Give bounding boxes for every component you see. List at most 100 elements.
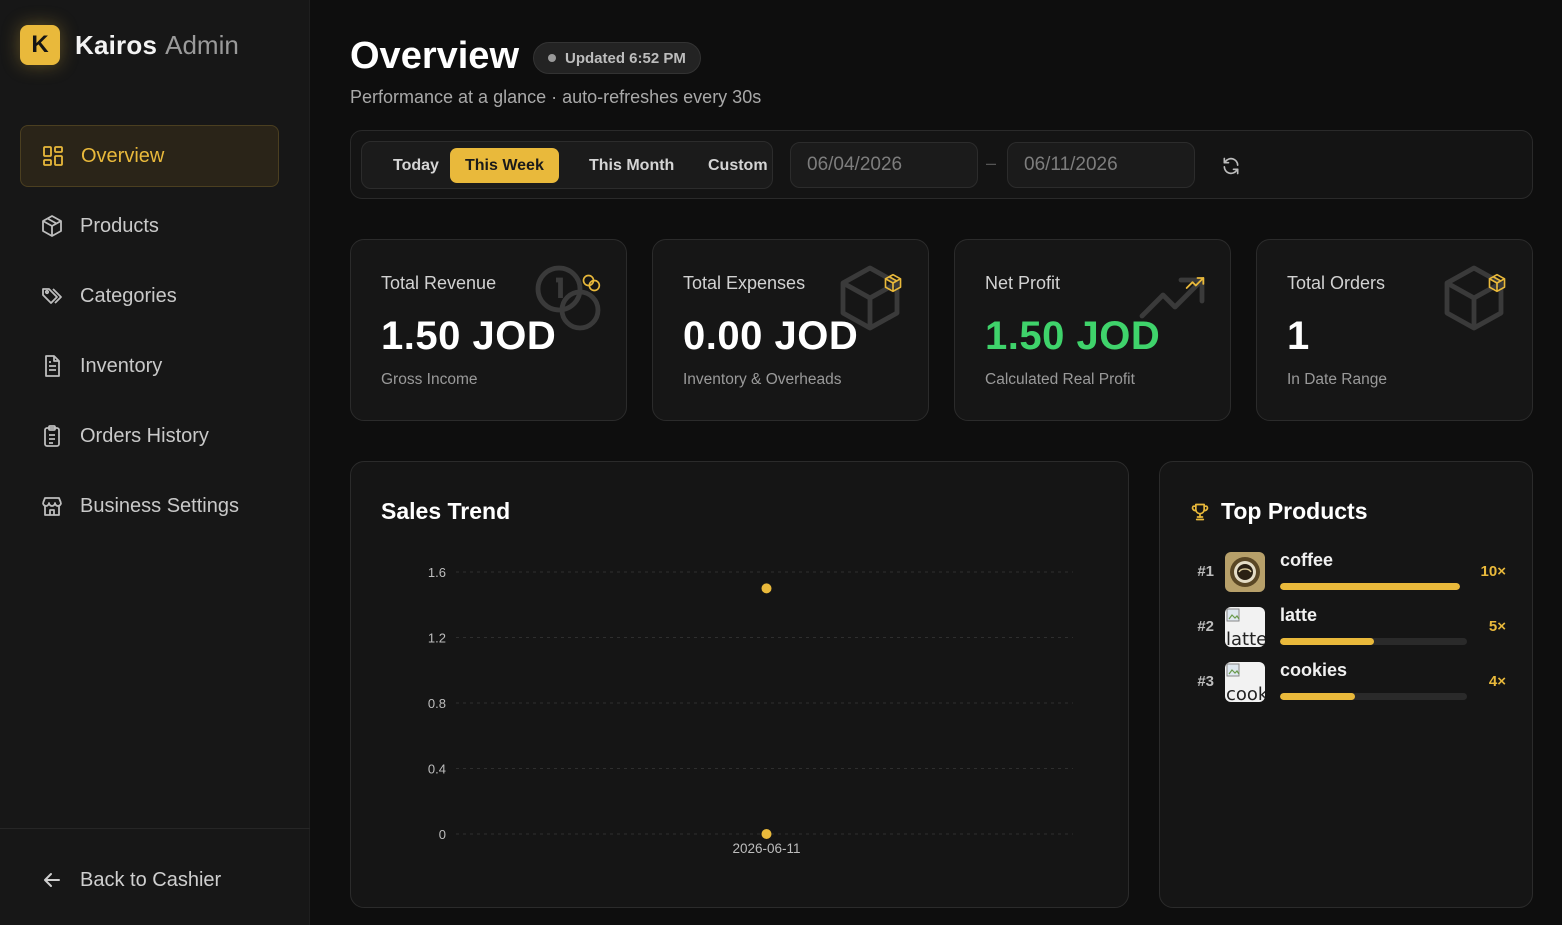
trending-up-icon [1185, 277, 1205, 289]
stat-subtext: In Date Range [1287, 371, 1387, 388]
top-products-title: Top Products [1221, 498, 1368, 524]
sidebar-item-label: Products [80, 214, 159, 237]
sidebar-item-products[interactable]: Products [20, 195, 279, 257]
updated-badge: Updated 6:52 PM [533, 42, 701, 74]
brand-logo: K [20, 25, 60, 65]
stat-card-revenue: Total Revenue 1.50 JOD Gross Income [350, 239, 627, 421]
product-rank: #2 [1197, 618, 1214, 635]
sidebar-item-business-settings[interactable]: Business Settings [20, 475, 279, 537]
product-share-bar [1280, 693, 1467, 700]
product-share-fill [1280, 693, 1355, 700]
y-tick-label: 1.6 [428, 565, 446, 580]
sidebar-item-inventory[interactable]: Inventory [20, 335, 279, 397]
date-to-input[interactable] [1007, 142, 1195, 188]
top-product-row[interactable]: #3 cookies cookies 4× [1188, 660, 1506, 702]
arrow-left-icon [44, 873, 60, 887]
back-to-cashier-label: Back to Cashier [80, 868, 222, 891]
sidebar-item-overview[interactable]: Overview [20, 125, 279, 187]
top-products-header: Top Products [1190, 498, 1368, 525]
product-thumbnail [1225, 552, 1265, 592]
page-title: Overview [350, 35, 519, 77]
y-tick-label: 0 [439, 827, 446, 842]
back-to-cashier-link[interactable]: Back to Cashier [40, 868, 221, 892]
store-icon [42, 497, 62, 516]
stat-label: Net Profit [985, 273, 1061, 293]
top-products-panel: Top Products #1 coffee 10× #2 latte latt… [1159, 461, 1533, 908]
sidebar-nav: Overview Products Categories Inventory O… [20, 125, 279, 545]
range-segmented-control: Today This Week This Month Custom [361, 141, 773, 189]
stat-value: 1 [1287, 314, 1310, 358]
stat-subtext: Inventory & Overheads [683, 371, 842, 388]
x-tick-label: 2026-06-11 [732, 841, 800, 856]
top-product-row[interactable]: #1 coffee 10× [1188, 550, 1506, 592]
y-tick-label: 1.2 [428, 631, 446, 646]
stat-value: 1.50 JOD [381, 314, 557, 358]
range-this-month-button[interactable]: This Month [574, 148, 689, 183]
range-this-week-button[interactable]: This Week [450, 148, 559, 183]
product-thumbnail-broken: latte [1225, 607, 1265, 647]
status-dot [548, 54, 556, 62]
sidebar-divider [0, 828, 310, 829]
package-icon [1488, 273, 1506, 293]
stat-value: 0.00 JOD [683, 314, 859, 358]
sidebar-item-label: Inventory [80, 354, 163, 377]
product-share-fill [1280, 583, 1460, 590]
package-icon [884, 273, 902, 293]
clipboard-list-icon [44, 425, 60, 447]
box-icon [42, 215, 62, 237]
product-share-fill [1280, 638, 1374, 645]
date-from-input[interactable] [790, 142, 978, 188]
product-name: latte [1280, 605, 1318, 625]
range-today-button[interactable]: Today [378, 148, 454, 183]
sidebar-item-orders-history[interactable]: Orders History [20, 405, 279, 467]
broken-image-icon: cookies [1225, 662, 1265, 702]
product-share-bar [1280, 638, 1467, 645]
sales-trend-panel: Sales Trend 0 0.4 0.8 1.2 1.6 2026-06-11 [350, 461, 1129, 908]
tags-icon [42, 288, 62, 304]
product-name: cookies [1280, 660, 1348, 680]
sales-trend-chart: 0 0.4 0.8 1.2 1.6 2026-06-11 [428, 565, 1073, 856]
sidebar-item-label: Overview [81, 144, 165, 167]
stat-label: Total Expenses [683, 273, 806, 293]
sidebar-item-label: Orders History [80, 424, 209, 447]
coins-icon [582, 274, 601, 292]
sidebar: K Kairos Admin Overview Products Categor… [0, 0, 310, 925]
product-share-bar [1280, 583, 1460, 590]
updated-text: Updated 6:52 PM [565, 49, 686, 67]
product-rank: #3 [1197, 673, 1214, 690]
brand-subtitle: Admin [165, 29, 239, 60]
y-tick-label: 0.8 [428, 696, 446, 711]
stat-label: Total Revenue [381, 273, 497, 293]
top-product-row[interactable]: #2 latte latte 5× [1188, 605, 1506, 647]
data-point[interactable] [761, 583, 772, 594]
stat-value: 1.50 JOD [985, 314, 1161, 358]
sidebar-item-label: Business Settings [80, 494, 239, 517]
brand[interactable]: K Kairos Admin [20, 25, 239, 65]
stat-card-expenses: Total Expenses 0.00 JOD Inventory & Over… [652, 239, 929, 421]
broken-image-alt-text: latte [1226, 629, 1265, 647]
sidebar-item-label: Categories [80, 284, 177, 307]
product-name: coffee [1280, 550, 1334, 570]
date-filter-bar: Today This Week This Month Custom – [350, 130, 1533, 199]
stat-card-net-profit: Net Profit 1.50 JOD Calculated Real Prof… [954, 239, 1231, 421]
sidebar-item-categories[interactable]: Categories [20, 265, 279, 327]
refresh-icon [1223, 157, 1239, 175]
coffee-image [1225, 552, 1265, 592]
range-custom-button[interactable]: Custom [693, 148, 783, 183]
broken-image-alt-text: cookies [1226, 684, 1265, 702]
page-subtitle: Performance at a glance · auto-refreshes… [350, 87, 762, 107]
stat-subtext: Gross Income [381, 371, 478, 388]
product-count: 4× [1488, 673, 1506, 690]
product-count: 5× [1488, 618, 1506, 635]
stat-label: Total Orders [1287, 273, 1386, 293]
product-count: 10× [1480, 563, 1506, 580]
broken-image-icon: latte [1225, 607, 1265, 647]
product-rank: #1 [1197, 563, 1214, 580]
date-separator: – [986, 153, 997, 173]
stat-subtext: Calculated Real Profit [985, 371, 1135, 388]
data-point[interactable] [761, 829, 772, 839]
refresh-button[interactable] [1217, 152, 1245, 180]
document-icon [45, 355, 60, 377]
stat-card-orders: Total Orders 1 In Date Range [1256, 239, 1533, 421]
dashboard-grid-icon [43, 146, 63, 166]
